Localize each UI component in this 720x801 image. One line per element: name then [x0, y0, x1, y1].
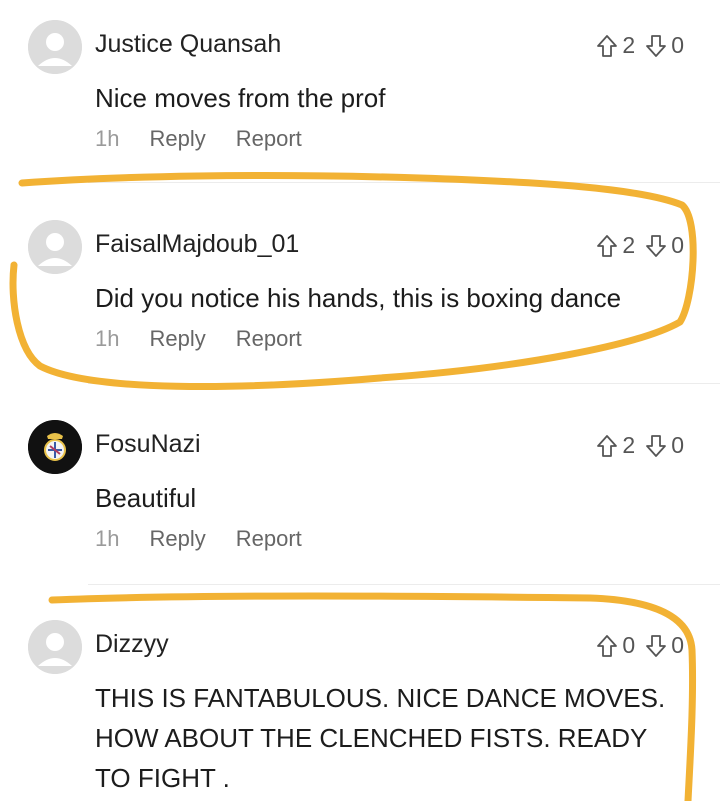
comment-meta: 1h Reply Report — [95, 126, 302, 152]
downvote-count: 0 — [671, 632, 684, 658]
upvote-count: 2 — [622, 32, 636, 58]
upvote-icon[interactable] — [596, 234, 618, 258]
vote-controls: 2 0 — [596, 32, 690, 59]
vote-controls: 2 0 — [596, 232, 690, 259]
vote-controls: 2 0 — [596, 432, 690, 459]
avatar[interactable] — [28, 20, 82, 74]
comment-username[interactable]: Dizzyy — [95, 630, 169, 659]
downvote-icon[interactable] — [645, 634, 667, 658]
comment-item: FosuNazi 2 0 Beautiful 1h Reply Report — [0, 420, 720, 570]
report-button[interactable]: Report — [236, 326, 302, 352]
comment-time: 1h — [95, 126, 120, 151]
divider — [88, 182, 720, 183]
report-button[interactable]: Report — [236, 526, 302, 552]
divider — [88, 584, 720, 585]
club-crest-icon — [28, 420, 82, 474]
comment-meta: 1h Reply Report — [95, 526, 302, 552]
divider — [88, 383, 720, 384]
downvote-icon[interactable] — [645, 34, 667, 58]
downvote-icon[interactable] — [645, 434, 667, 458]
comment-meta: 1h Reply Report — [95, 326, 302, 352]
comment-username[interactable]: Justice Quansah — [95, 30, 281, 59]
vote-controls: 0 0 — [596, 632, 690, 659]
avatar[interactable] — [28, 220, 82, 274]
upvote-count: 2 — [622, 232, 636, 258]
upvote-count: 0 — [622, 632, 636, 658]
avatar[interactable] — [28, 420, 82, 474]
comment-text: Did you notice his hands, this is boxing… — [95, 283, 622, 313]
reply-button[interactable]: Reply — [149, 326, 205, 352]
comment-username[interactable]: FaisalMajdoub_01 — [95, 230, 299, 259]
comment-text: Beautiful — [95, 483, 197, 513]
comment-item: Dizzyy 0 0 THIS IS FANTABULOUS. NICE DAN… — [0, 620, 720, 801]
comment-time: 1h — [95, 326, 120, 351]
reply-button[interactable]: Reply — [149, 526, 205, 552]
downvote-count: 0 — [671, 32, 684, 58]
upvote-icon[interactable] — [596, 34, 618, 58]
comment-text: THIS IS FANTABULOUS. NICE DANCE MOVES. H… — [95, 683, 666, 793]
downvote-count: 0 — [671, 432, 684, 458]
upvote-count: 2 — [622, 432, 636, 458]
upvote-icon[interactable] — [596, 434, 618, 458]
report-button[interactable]: Report — [236, 126, 302, 152]
comment-item: Justice Quansah 2 0 Nice moves from the … — [0, 20, 720, 170]
comment-username[interactable]: FosuNazi — [95, 430, 201, 459]
avatar[interactable] — [28, 620, 82, 674]
comment-text: Nice moves from the prof — [95, 83, 386, 113]
downvote-count: 0 — [671, 232, 684, 258]
comment-item: FaisalMajdoub_01 2 0 Did you notice his … — [0, 220, 720, 370]
downvote-icon[interactable] — [645, 234, 667, 258]
comment-time: 1h — [95, 526, 120, 551]
upvote-icon[interactable] — [596, 634, 618, 658]
reply-button[interactable]: Reply — [149, 126, 205, 152]
